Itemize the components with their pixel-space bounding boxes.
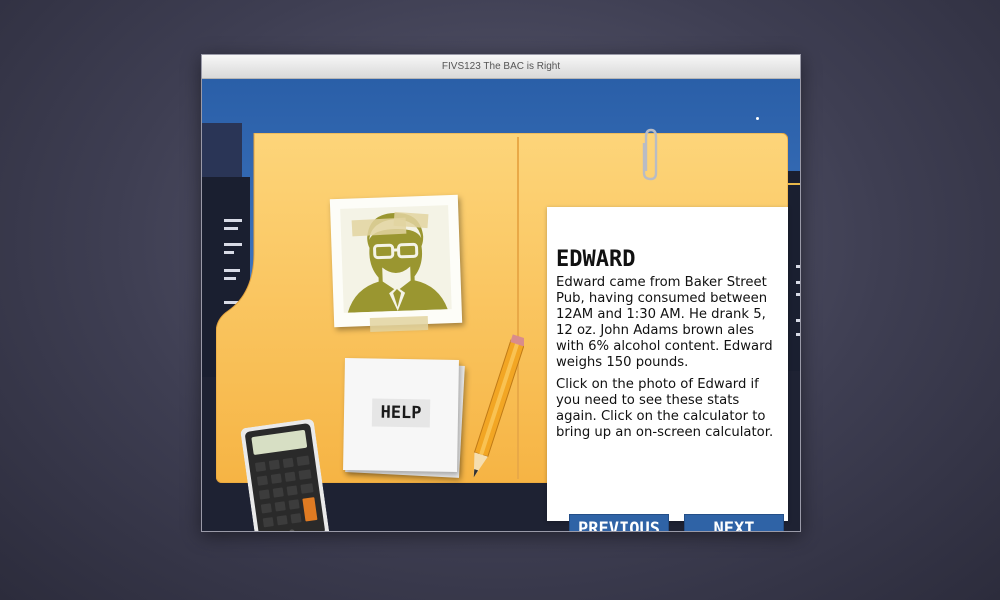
paperclip-icon [642, 128, 658, 181]
case-folder: HELP EDWARD Edward came from Baker Stree… [216, 128, 788, 531]
tape [369, 315, 429, 333]
building-window [796, 333, 800, 336]
building-window [796, 293, 800, 296]
building-window [796, 265, 800, 268]
app-window: FIVS123 The BAC is Right HELP EDWARD Edw… [201, 54, 801, 532]
building-light [788, 183, 800, 185]
pencil-icon [473, 334, 524, 478]
building-window [796, 319, 800, 322]
star [756, 117, 759, 120]
help-label: HELP [371, 398, 431, 428]
profile-paragraph: Click on the photo of Edward if you need… [556, 377, 774, 440]
building-window [796, 281, 800, 284]
help-button[interactable]: HELP [343, 358, 459, 472]
profile-card: EDWARD Edward came from Baker Street Pub… [547, 207, 788, 521]
previous-button[interactable]: PREVIOUS [569, 514, 669, 531]
stage: HELP EDWARD Edward came from Baker Stree… [202, 79, 800, 531]
next-button[interactable]: NEXT [684, 514, 784, 531]
window-title: FIVS123 The BAC is Right [202, 55, 800, 79]
tape [393, 211, 429, 229]
building [788, 171, 800, 371]
profile-paragraph: Edward came from Baker Street Pub, havin… [556, 275, 773, 370]
profile-name: EDWARD [556, 247, 636, 272]
profile-description: Edward came from Baker Street Pub, havin… [556, 275, 784, 447]
